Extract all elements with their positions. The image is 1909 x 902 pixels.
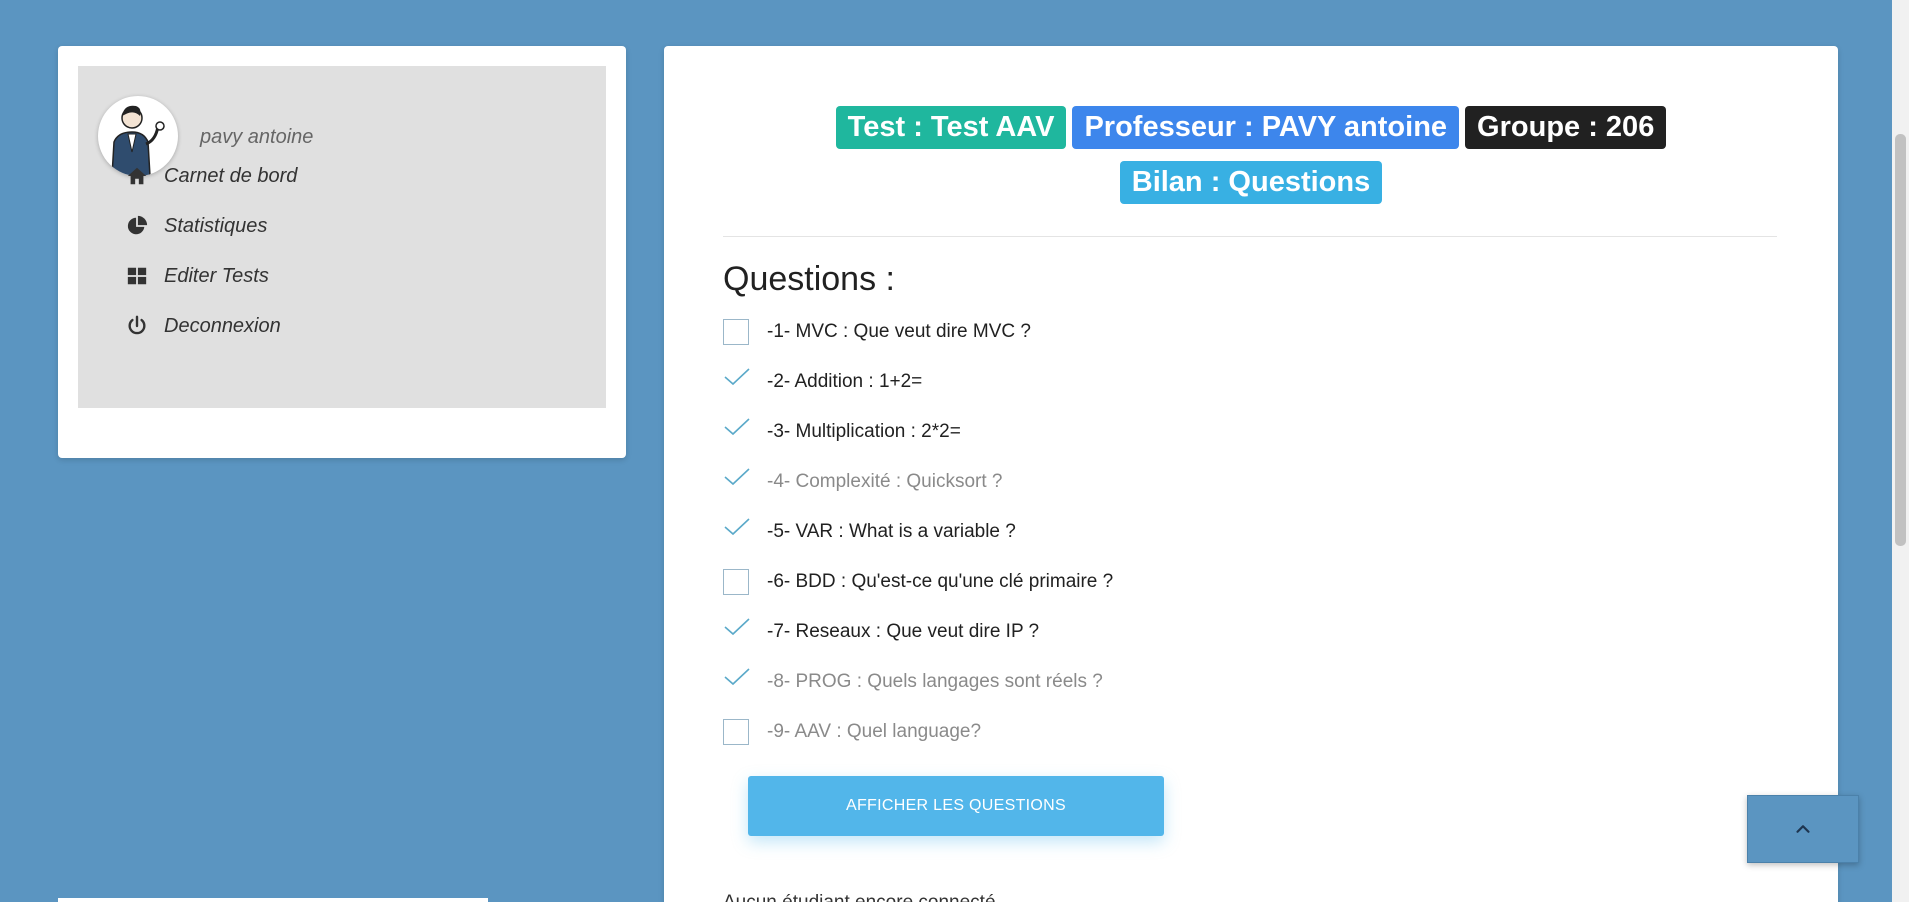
nav-item-carnet-de-bord[interactable]: Carnet de bord bbox=[126, 161, 297, 191]
home-icon bbox=[127, 167, 147, 185]
question-text: -5- VAR : What is a variable ? bbox=[767, 521, 1016, 542]
chevron-up-icon bbox=[1796, 825, 1810, 833]
checkbox-checked[interactable] bbox=[723, 368, 750, 395]
sidebar-panel: pavy antoine Carnet de bord Statistiques bbox=[78, 66, 606, 408]
checkmark-icon bbox=[724, 368, 750, 386]
sidebar-card: pavy antoine Carnet de bord Statistiques bbox=[58, 46, 626, 458]
question-row[interactable]: -7- Reseaux : Que veut dire IP ? bbox=[723, 617, 1039, 647]
checkmark-icon bbox=[724, 668, 750, 686]
question-text: -7- Reseaux : Que veut dire IP ? bbox=[767, 621, 1040, 642]
question-row[interactable]: -4- Complexité : Quicksort ? bbox=[723, 467, 1002, 497]
checkmark-icon bbox=[724, 468, 750, 486]
checkbox-checked[interactable] bbox=[723, 618, 750, 645]
nav-label: Carnet de bord bbox=[164, 164, 298, 187]
question-text: -3- Multiplication : 2*2= bbox=[767, 421, 961, 442]
checkmark-icon bbox=[724, 618, 750, 636]
question-row[interactable]: -5- VAR : What is a variable ? bbox=[723, 517, 1016, 547]
question-row[interactable]: -3- Multiplication : 2*2= bbox=[723, 417, 961, 447]
question-text: -1- MVC : Que veut dire MVC ? bbox=[767, 321, 1031, 342]
nav-item-deconnexion[interactable]: Deconnexion bbox=[126, 311, 281, 341]
nav-label: Deconnexion bbox=[164, 314, 281, 337]
divider bbox=[723, 236, 1777, 237]
nav-item-editer-tests[interactable]: Editer Tests bbox=[126, 261, 269, 291]
question-text: -9- AAV : Quel language? bbox=[767, 721, 982, 742]
nav-item-statistiques[interactable]: Statistiques bbox=[126, 211, 267, 241]
scroll-top-button[interactable] bbox=[1747, 795, 1859, 863]
grid-icon bbox=[127, 267, 147, 285]
checkmark-icon bbox=[724, 418, 750, 436]
report-badge: Bilan : Questions bbox=[1119, 161, 1383, 204]
question-row[interactable]: -9- AAV : Quel language? bbox=[723, 717, 981, 747]
question-row[interactable]: -2- Addition : 1+2= bbox=[723, 367, 922, 397]
group-badge: Groupe : 206 bbox=[1465, 106, 1667, 149]
question-text: -6- BDD : Qu'est-ce qu'une clé primaire … bbox=[767, 571, 1114, 592]
test-badge: Test : Test AAV bbox=[835, 106, 1067, 149]
show-questions-button[interactable]: AFFICHER LES QUESTIONS bbox=[748, 776, 1164, 836]
user-name: pavy antoine bbox=[200, 126, 314, 148]
checkbox-checked[interactable] bbox=[723, 468, 750, 495]
question-text: -2- Addition : 1+2= bbox=[767, 371, 923, 392]
power-icon bbox=[128, 315, 146, 335]
checkmark-icon bbox=[724, 518, 750, 536]
checkbox-checked[interactable] bbox=[723, 668, 750, 695]
page: pavy antoine Carnet de bord Statistiques bbox=[0, 0, 1909, 902]
checkbox-unchecked[interactable] bbox=[723, 719, 749, 745]
nav-label: Statistiques bbox=[164, 214, 268, 237]
checkbox-unchecked[interactable] bbox=[723, 319, 749, 345]
question-row[interactable]: -6- BDD : Qu'est-ce qu'une clé primaire … bbox=[723, 567, 1113, 597]
checkbox-checked[interactable] bbox=[723, 518, 750, 545]
badges-row: Test : Test AAV Professeur : PAVY antoin… bbox=[664, 106, 1838, 149]
nav-label: Editer Tests bbox=[164, 264, 269, 287]
question-text: -8- PROG : Quels langages sont réels ? bbox=[767, 671, 1103, 692]
badges-row-2: Bilan : Questions bbox=[664, 161, 1838, 204]
question-text: -4- Complexité : Quicksort ? bbox=[767, 471, 1003, 492]
checkbox-checked[interactable] bbox=[723, 418, 750, 445]
main-card: Test : Test AAV Professeur : PAVY antoin… bbox=[664, 46, 1838, 902]
pie-chart-icon bbox=[127, 215, 148, 235]
question-row[interactable]: -1- MVC : Que veut dire MVC ? bbox=[723, 317, 1031, 347]
question-row[interactable]: -8- PROG : Quels langages sont réels ? bbox=[723, 667, 1103, 697]
scrollbar-thumb[interactable] bbox=[1895, 134, 1906, 546]
status-text: Aucun étudiant encore connecté bbox=[723, 892, 996, 902]
bottom-strip bbox=[58, 898, 488, 902]
professor-badge: Professeur : PAVY antoine bbox=[1072, 106, 1460, 149]
checkbox-unchecked[interactable] bbox=[723, 569, 749, 595]
questions-title: Questions : bbox=[723, 260, 895, 298]
